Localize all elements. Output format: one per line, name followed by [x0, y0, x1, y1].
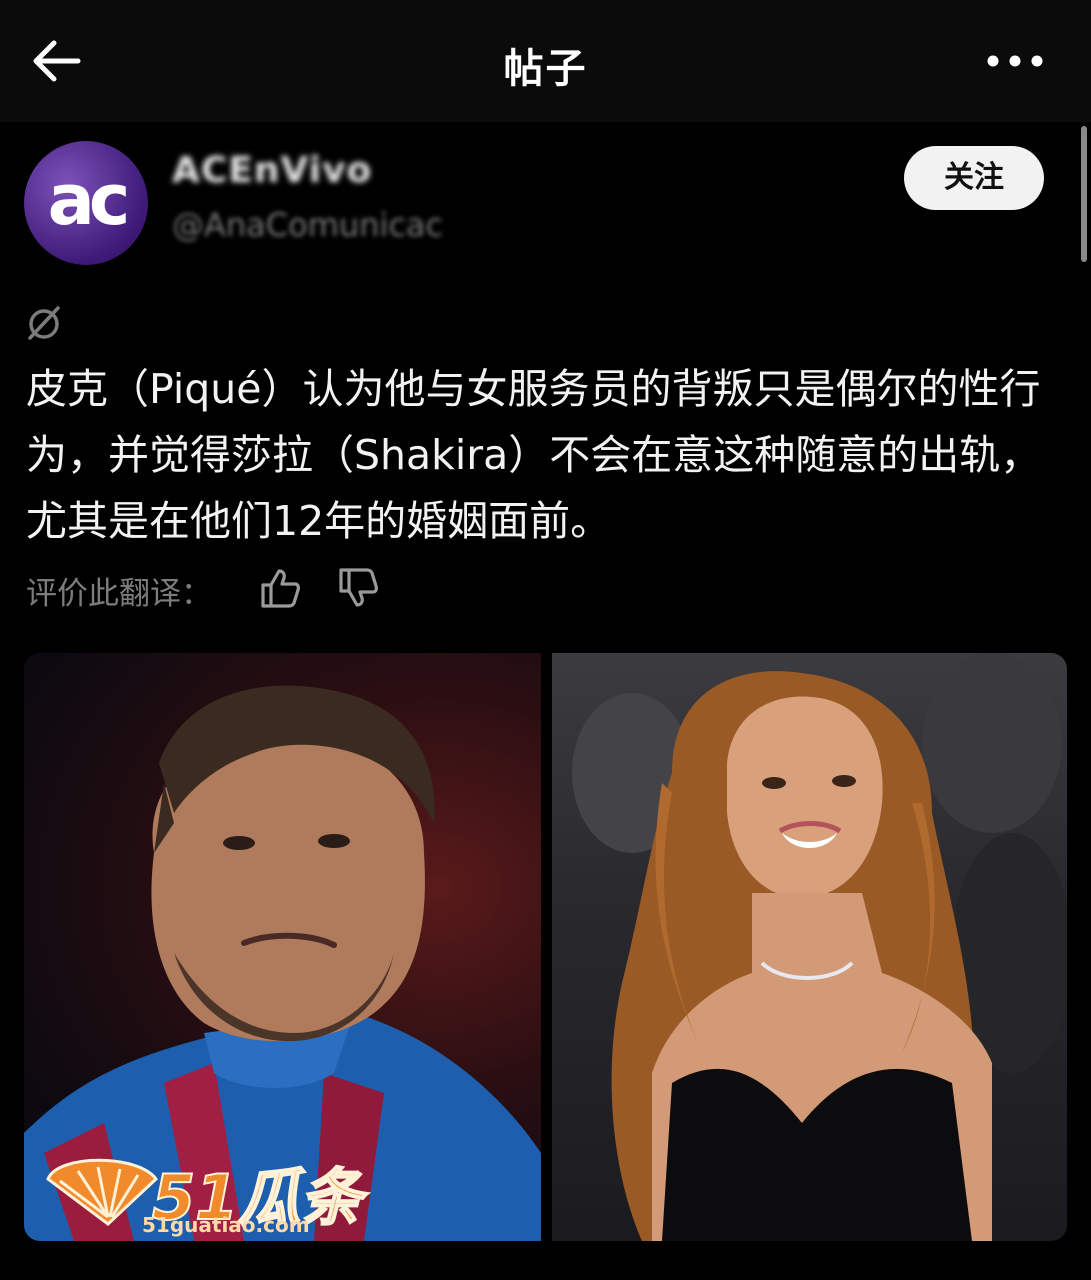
rate-translation-label: 评价此翻译：: [26, 576, 212, 612]
user-handle[interactable]: @AnaComunicac: [172, 206, 443, 244]
display-name[interactable]: ACEnVivo: [172, 150, 372, 191]
shakira-illustration: [572, 653, 1067, 1241]
watermark-url: 51guatiao.com: [142, 1213, 310, 1237]
media-grid: 51瓜条 51guatiao.com: [24, 653, 1067, 1241]
more-icon[interactable]: [985, 44, 1045, 78]
avatar[interactable]: ac: [24, 141, 148, 265]
follow-button[interactable]: 关注: [904, 146, 1044, 210]
top-bar: 帖子: [0, 0, 1091, 122]
photo-pique[interactable]: 51瓜条 51guatiao.com: [24, 653, 541, 1241]
avatar-logo-text: ac: [47, 159, 131, 241]
scrollbar[interactable]: [1081, 126, 1087, 262]
photo-shakira[interactable]: [552, 653, 1067, 1241]
thumb-down-icon[interactable]: [336, 566, 380, 610]
thumb-up-icon[interactable]: [258, 566, 302, 610]
post-text: 皮克（Piqué）认为他与女服务员的背叛只是偶尔的性行为，并觉得莎拉（Shaki…: [26, 365, 1042, 545]
translate-icon: [28, 306, 60, 340]
page-title: 帖子: [503, 46, 588, 92]
